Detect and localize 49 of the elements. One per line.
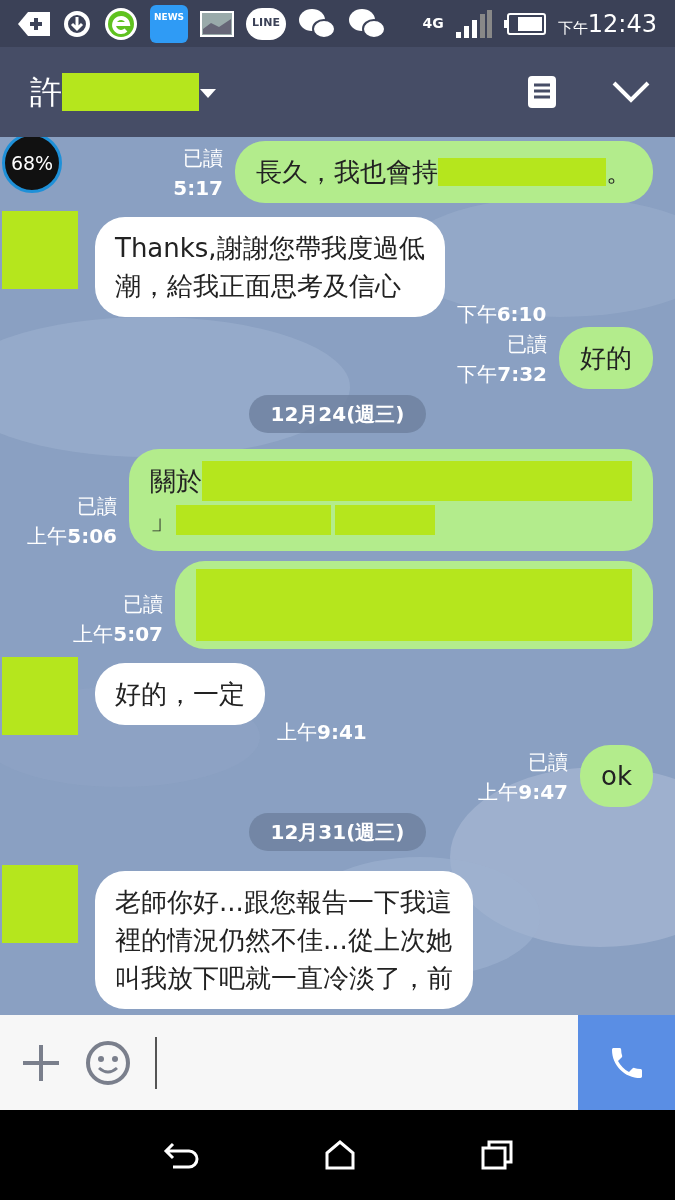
message-text: 長久，我也會持 (256, 156, 438, 189)
back-icon[interactable] (162, 1140, 199, 1170)
browser-icon (104, 6, 138, 41)
message-text: 好的 (580, 342, 632, 375)
date-label: 12月24(週三) (248, 395, 427, 433)
read-receipt: 已讀 (123, 591, 163, 618)
chat-bubbles-icon (298, 7, 336, 40)
line-app-icon: LINE (246, 7, 286, 40)
message-text: 叫我放下吧就一直冷淡了，前 (115, 962, 453, 995)
news-app-icon: NEWS (150, 4, 188, 43)
message-text: ok (601, 760, 632, 793)
image-icon (200, 10, 234, 37)
date-label: 12月31(週三) (248, 813, 427, 851)
home-icon[interactable] (323, 1140, 356, 1170)
chat-bubbles-icon (348, 7, 386, 40)
battery-icon (503, 12, 546, 35)
call-button[interactable] (578, 1015, 675, 1110)
message-text: 裡的情況仍然不佳...從上次她 (115, 924, 452, 957)
read-receipt: 已讀 (528, 749, 569, 776)
signal-icon (455, 9, 492, 38)
message-text: 」 (150, 504, 176, 537)
message-text: 老師你好...跟您報告一下我這 (115, 886, 452, 919)
message-time: 上午9:41 (277, 719, 367, 746)
chevron-down-icon[interactable] (611, 80, 651, 104)
sync-icon (62, 8, 92, 39)
message-text: Thanks,謝謝您帶我度過低 (115, 232, 425, 265)
message-time: 上午9:47 (478, 779, 569, 806)
message-time: 下午7:32 (457, 361, 547, 388)
message-time: 5:17 (173, 175, 223, 202)
add-notification-icon (18, 11, 50, 36)
recent-apps-icon[interactable] (480, 1140, 513, 1170)
read-receipt: 已讀 (77, 493, 117, 520)
chat-title: 許 (30, 72, 62, 113)
clock: 12:43 (587, 8, 657, 40)
caret-icon[interactable] (200, 89, 216, 99)
message-text: 關於 (150, 465, 202, 498)
smiley-icon[interactable] (85, 1039, 131, 1086)
message-text: 好的，一定 (115, 678, 245, 711)
clock-period: 下午 (557, 19, 588, 39)
notes-icon[interactable] (528, 76, 556, 108)
network-type: 4G (422, 14, 444, 33)
read-receipt: 已讀 (507, 331, 547, 358)
message-text: 潮，給我正面思考及信心 (115, 270, 401, 303)
message-time: 上午5:07 (73, 621, 163, 648)
plus-icon[interactable] (21, 1042, 61, 1083)
read-receipt: 已讀 (183, 145, 223, 172)
message-time: 上午5:06 (27, 523, 117, 550)
message-text: 。 (606, 156, 632, 189)
message-time: 下午6:10 (456, 301, 547, 328)
